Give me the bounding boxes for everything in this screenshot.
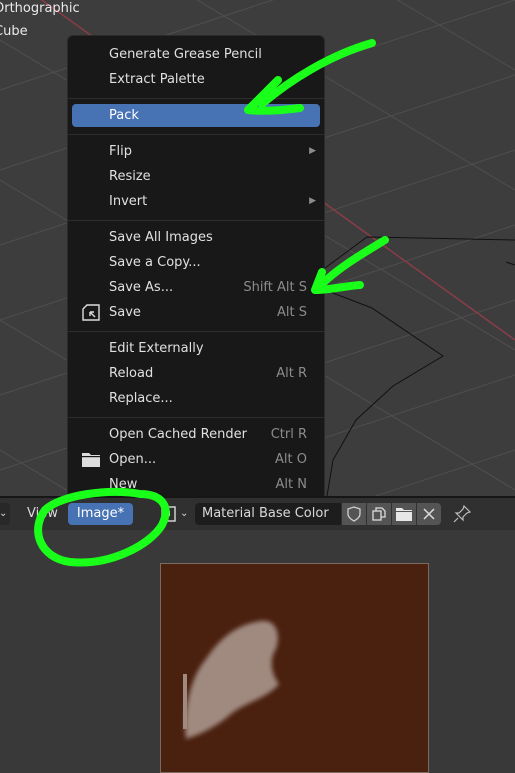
paint-stroke bbox=[183, 620, 279, 739]
duplicate-icon bbox=[372, 507, 386, 521]
menu-separator bbox=[68, 134, 324, 135]
save-icon bbox=[82, 304, 100, 321]
image-name-field[interactable]: Material Base Color bbox=[195, 503, 341, 525]
duplicate-image-button[interactable] bbox=[367, 503, 391, 525]
unlink-image-button[interactable] bbox=[417, 503, 441, 525]
pin-button[interactable] bbox=[450, 503, 474, 525]
shield-icon bbox=[347, 506, 361, 522]
image-menu: Generate Grease Pencil Extract Palette P… bbox=[67, 35, 325, 500]
menu-separator bbox=[68, 417, 324, 418]
pin-icon bbox=[453, 505, 471, 523]
image-canvas-area[interactable] bbox=[0, 530, 515, 773]
menu-item-save-all-images[interactable]: Save All Images bbox=[72, 226, 320, 249]
menu-item-open-cached-render[interactable]: Open Cached Render Ctrl R bbox=[72, 423, 320, 446]
menu-separator bbox=[68, 98, 324, 99]
image-editor-header: ⌄ View Image* ⌄ Material Base Color bbox=[0, 496, 515, 530]
menu-item-flip[interactable]: Flip ▶ bbox=[72, 140, 320, 163]
shortcut-label: Alt S bbox=[277, 305, 307, 320]
menu-item-resize[interactable]: Resize bbox=[72, 165, 320, 188]
close-icon bbox=[423, 508, 435, 520]
menu-separator bbox=[68, 220, 324, 221]
shortcut-label: Alt R bbox=[276, 366, 307, 381]
menu-item-edit-externally[interactable]: Edit Externally bbox=[72, 337, 320, 360]
fake-user-button[interactable] bbox=[342, 503, 366, 525]
view-mode-label: Orthographic bbox=[0, 1, 80, 16]
image-browse-icon bbox=[161, 506, 176, 522]
menu-item-pack[interactable]: Pack bbox=[72, 104, 320, 127]
menu-item-generate-grease-pencil[interactable]: Generate Grease Pencil bbox=[72, 43, 320, 66]
view-menu-button[interactable]: View bbox=[27, 503, 58, 525]
open-image-button[interactable] bbox=[392, 503, 416, 525]
shortcut-label: Alt O bbox=[275, 452, 307, 467]
chevron-down-icon: ⌄ bbox=[180, 508, 189, 519]
menu-item-replace[interactable]: Replace... bbox=[72, 387, 320, 410]
folder-icon bbox=[396, 508, 412, 521]
menu-item-invert[interactable]: Invert ▶ bbox=[72, 190, 320, 213]
submenu-arrow-icon: ▶ bbox=[309, 146, 316, 156]
submenu-arrow-icon: ▶ bbox=[309, 196, 316, 206]
active-object-label: Cube bbox=[0, 24, 28, 39]
folder-icon bbox=[82, 453, 100, 467]
shortcut-label: Shift Alt S bbox=[243, 280, 307, 295]
menu-item-extract-palette[interactable]: Extract Palette bbox=[72, 68, 320, 91]
menu-separator bbox=[68, 331, 324, 332]
image-menu-button[interactable]: Image* bbox=[68, 503, 133, 525]
menu-item-new[interactable]: New Alt N bbox=[72, 473, 320, 496]
image-browse-dropdown[interactable]: ⌄ bbox=[158, 503, 192, 525]
shortcut-label: Alt N bbox=[275, 477, 307, 492]
menu-item-save-as[interactable]: Save As... Shift Alt S bbox=[72, 276, 320, 299]
menu-item-open[interactable]: Open... Alt O bbox=[72, 448, 320, 471]
chevron-down-icon: ⌄ bbox=[0, 508, 8, 519]
menu-item-reload[interactable]: Reload Alt R bbox=[72, 362, 320, 385]
shortcut-label: Ctrl R bbox=[270, 427, 307, 442]
menu-item-save-a-copy[interactable]: Save a Copy... bbox=[72, 251, 320, 274]
editor-type-dropdown[interactable]: ⌄ bbox=[0, 503, 10, 525]
menu-item-save[interactable]: Save Alt S bbox=[72, 301, 320, 324]
image-preview[interactable] bbox=[160, 563, 429, 773]
